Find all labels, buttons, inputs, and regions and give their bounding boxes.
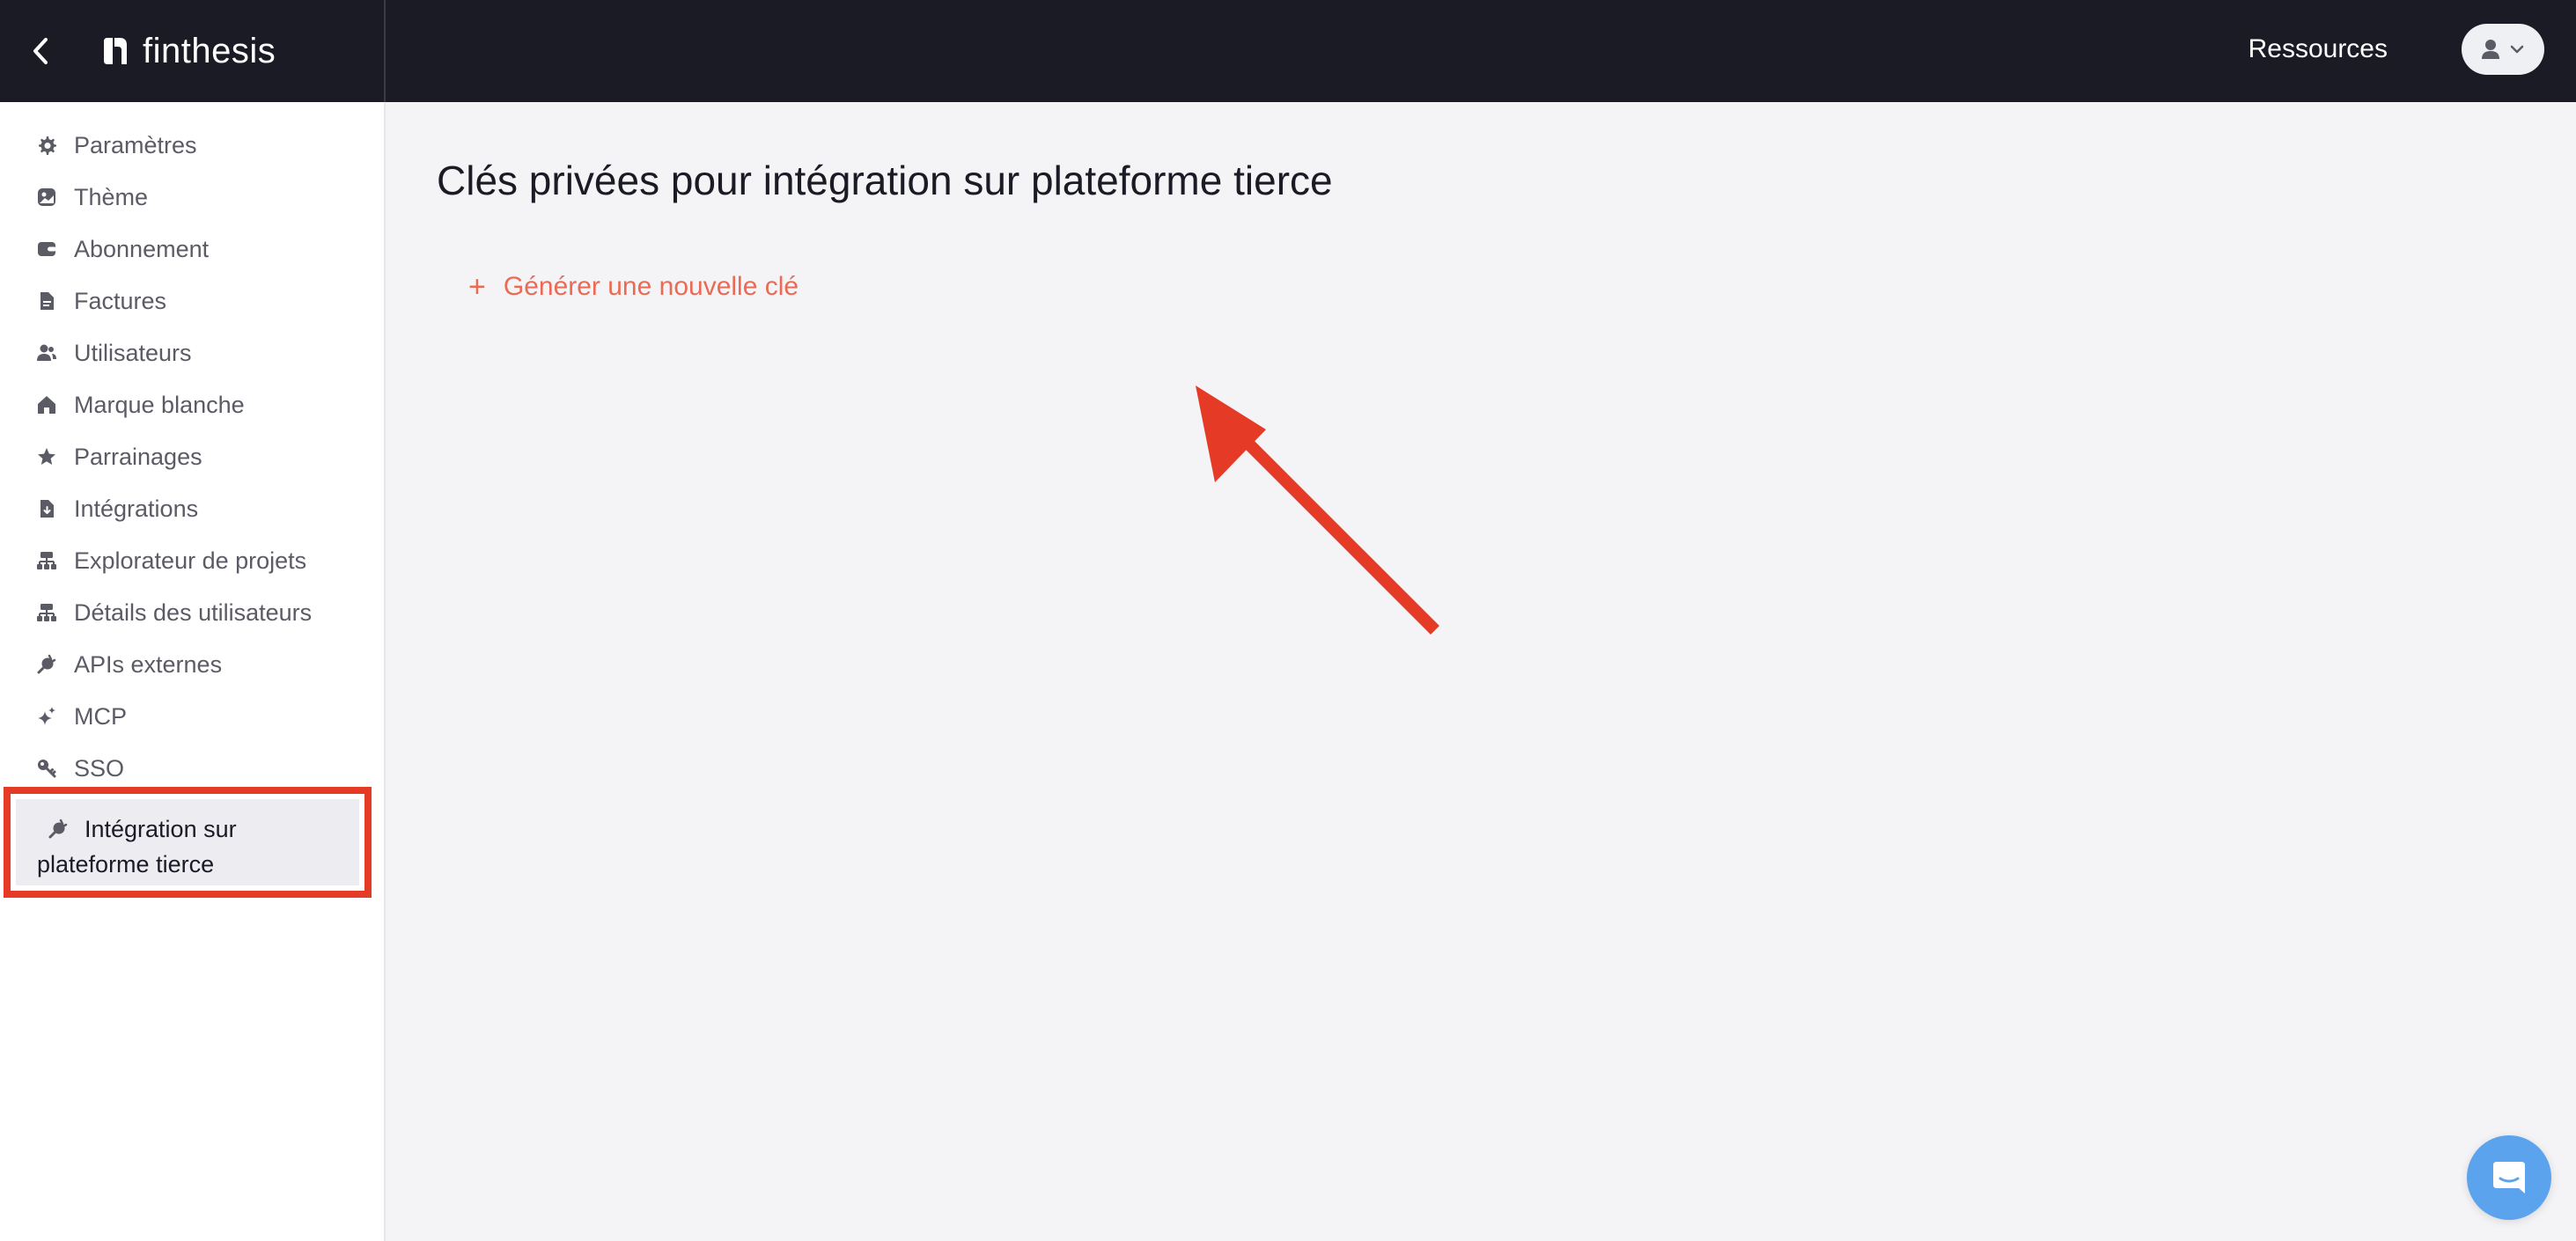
users-icon (35, 341, 58, 364)
user-menu-button[interactable] (2462, 24, 2544, 75)
sidebar-item-factures[interactable]: Factures (35, 279, 166, 323)
sidebar-item-label: Thème (74, 183, 149, 210)
logo[interactable]: finthesis (100, 26, 276, 76)
sidebar-item-sso[interactable]: SSO (35, 746, 124, 790)
sidebar-item-label: MCP (74, 702, 127, 730)
sparkles-icon (35, 705, 58, 728)
image-icon (35, 186, 58, 209)
sidebar-item-apis-externes[interactable]: APIs externes (35, 643, 222, 687)
sidebar-item-label: Marque blanche (74, 391, 245, 418)
sidebar-item-label: Factures (74, 287, 167, 314)
sidebar-item-label: Intégration sur (85, 816, 237, 842)
sidebar-item-label: Paramètres (74, 131, 197, 158)
plug-icon (48, 814, 70, 839)
sidebar-item-theme[interactable]: Thème (35, 175, 148, 219)
generate-new-key-button[interactable]: + Générer une nouvelle clé (468, 261, 799, 313)
sidebar-item-marque-blanche[interactable]: Marque blanche (35, 383, 245, 427)
star-icon (35, 445, 58, 468)
generate-new-key-label: Générer une nouvelle clé (503, 272, 799, 301)
sidebar-item-label: Explorateur de projets (74, 547, 307, 574)
settings-sidebar: Paramètres Thème Abonnement Factures Uti… (0, 102, 386, 1241)
plus-icon: + (468, 270, 486, 304)
main-content: Clés privées pour intégration sur platef… (387, 102, 2576, 1241)
sidebar-item-abonnement[interactable]: Abonnement (35, 227, 209, 271)
sidebar-item-integration-plateforme-tierce-highlight: Intégration sur plateforme tierce (4, 787, 372, 898)
sidebar-item-label: APIs externes (74, 650, 223, 678)
chat-launcher-button[interactable] (2467, 1135, 2551, 1220)
gear-icon (35, 134, 58, 157)
sidebar-item-label: Intégrations (74, 495, 199, 522)
wallet-icon (35, 238, 58, 261)
chat-bubble-icon (2493, 1162, 2525, 1193)
document-download-icon (35, 497, 58, 520)
sidebar-item-details-des-utilisateurs[interactable]: Détails des utilisateurs (35, 591, 312, 635)
back-button[interactable] (21, 32, 60, 70)
brand-area: finthesis (0, 0, 386, 102)
sidebar-item-label: Abonnement (74, 235, 210, 262)
sidebar-item-parrainages[interactable]: Parrainages (35, 435, 202, 479)
sidebar-item-explorateur-de-projets[interactable]: Explorateur de projets (35, 539, 306, 583)
key-icon (35, 757, 58, 780)
sitemap-icon (35, 549, 58, 572)
annotation-arrow (1196, 386, 1439, 635)
page-title: Clés privées pour intégration sur platef… (437, 158, 1333, 203)
user-icon (2482, 40, 2499, 59)
sidebar-item-parametres[interactable]: Paramètres (35, 123, 197, 167)
chevron-left-icon (33, 38, 48, 64)
sidebar-item-integrations[interactable]: Intégrations (35, 487, 198, 531)
sidebar-item-utilisateurs[interactable]: Utilisateurs (35, 331, 192, 375)
sidebar-item-label: Parrainages (74, 443, 202, 470)
home-icon (35, 393, 58, 416)
plug-icon (35, 653, 58, 676)
chevron-down-icon (2510, 45, 2524, 54)
sidebar-item-mcp[interactable]: MCP (35, 694, 127, 738)
sidebar-item-label: Détails des utilisateurs (74, 598, 313, 626)
sidebar-item-label-line2: plateforme tierce (37, 851, 215, 878)
brand-name: finthesis (143, 31, 276, 70)
sidebar-item-integration-plateforme-tierce[interactable]: Intégration sur plateforme tierce (16, 799, 359, 885)
resources-link[interactable]: Ressources (2248, 32, 2388, 67)
sitemap-icon (35, 601, 58, 624)
sidebar-item-label: Utilisateurs (74, 339, 192, 366)
sidebar-item-label: SSO (74, 754, 125, 782)
top-bar: finthesis Ressources (0, 0, 2576, 102)
document-icon (35, 290, 58, 312)
finthesis-logo-icon (104, 38, 127, 64)
